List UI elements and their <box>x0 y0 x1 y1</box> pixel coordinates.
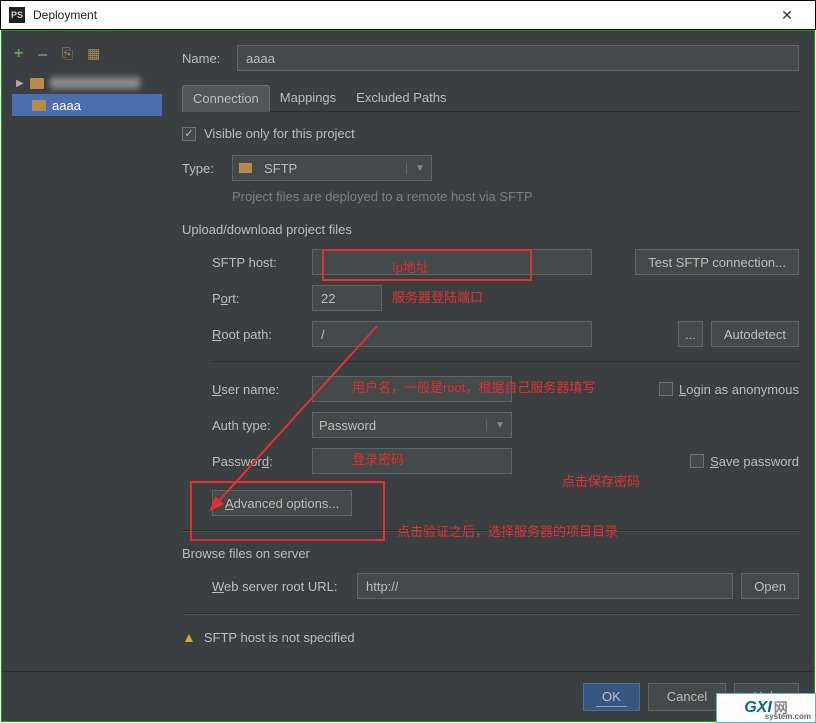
sftp-host-input[interactable] <box>312 249 592 275</box>
tab-connection[interactable]: Connection <box>182 85 270 112</box>
folder-icon <box>30 78 44 89</box>
tree-item[interactable]: ▶ <box>12 72 162 94</box>
separator <box>212 361 799 362</box>
blurred-label <box>50 77 140 89</box>
autodetect-button[interactable]: Autodetect <box>711 321 799 347</box>
section-browse: Browse files on server <box>182 546 799 561</box>
warning-text: SFTP host is not specified <box>204 630 355 645</box>
section-upload: Upload/download project files <box>182 222 799 237</box>
save-password-label: Save password <box>710 454 799 469</box>
root-path-label: Root path: <box>212 327 312 342</box>
tree-item-label: aaaa <box>52 98 81 113</box>
dialog-buttons: OK Cancel Help <box>2 671 814 721</box>
web-url-label: Web server root URL: <box>212 579 357 594</box>
auth-type-label: Auth type: <box>212 418 312 433</box>
folder-icon <box>32 100 46 111</box>
type-hint: Project files are deployed to a remote h… <box>232 189 799 204</box>
checkbox-icon[interactable]: ✓ <box>182 127 196 141</box>
type-value: SFTP <box>264 161 297 176</box>
window-title: Deployment <box>33 8 767 22</box>
web-url-input[interactable] <box>357 573 733 599</box>
close-icon[interactable]: ✕ <box>767 7 807 24</box>
paste-icon[interactable]: ▦ <box>87 45 100 66</box>
remove-icon[interactable]: − <box>37 45 48 66</box>
open-button[interactable]: Open <box>741 573 799 599</box>
username-label: User name: <box>212 382 312 397</box>
watermark-logo: GXI网 system.com <box>716 693 816 723</box>
cancel-button[interactable]: Cancel <box>648 683 726 711</box>
visible-only-label: Visible only for this project <box>204 126 355 141</box>
login-anonymous-label: Login as anonymous <box>679 382 799 397</box>
titlebar: PS Deployment ✕ <box>0 0 816 30</box>
chevron-down-icon: ▼ <box>486 420 505 431</box>
sidebar-toolbar: + − ⎘ ▦ <box>12 45 162 72</box>
sidebar: + − ⎘ ▦ ▶ aaaa <box>12 45 162 661</box>
advanced-options-button[interactable]: Advanced options... <box>212 490 352 516</box>
password-label: Password: <box>212 454 312 469</box>
root-path-input[interactable] <box>312 321 592 347</box>
tab-bar: Connection Mappings Excluded Paths <box>182 85 799 112</box>
test-connection-button[interactable]: Test SFTP connection... <box>635 249 799 275</box>
anon-checkbox[interactable] <box>659 382 673 396</box>
password-input[interactable] <box>312 448 512 474</box>
chevron-down-icon: ▼ <box>406 163 425 174</box>
copy-icon[interactable]: ⎘ <box>62 45 73 66</box>
tab-excluded[interactable]: Excluded Paths <box>346 85 456 111</box>
config-panel: Name: Connection Mappings Excluded Paths… <box>182 45 799 661</box>
port-input[interactable] <box>312 285 382 311</box>
server-tree: ▶ aaaa <box>12 72 162 116</box>
name-label: Name: <box>182 51 237 66</box>
type-label: Type: <box>182 161 232 176</box>
separator <box>182 530 799 532</box>
auth-type-select[interactable]: Password ▼ <box>312 412 512 438</box>
sftp-host-label: SFTP host: <box>212 255 312 270</box>
save-password-checkbox[interactable] <box>690 454 704 468</box>
username-input[interactable] <box>312 376 512 402</box>
name-input[interactable] <box>237 45 799 71</box>
ok-button[interactable]: OK <box>583 683 640 711</box>
add-icon[interactable]: + <box>14 45 23 66</box>
separator <box>182 613 799 615</box>
main-panel: + − ⎘ ▦ ▶ aaaa Name: Connection Mapp <box>1 30 815 722</box>
warning-row: ▲ SFTP host is not specified <box>182 629 799 645</box>
warning-icon: ▲ <box>182 629 196 645</box>
auth-value: Password <box>319 418 486 433</box>
tab-mappings[interactable]: Mappings <box>270 85 346 111</box>
tree-item-selected[interactable]: aaaa <box>12 94 162 116</box>
visible-only-row[interactable]: ✓ Visible only for this project <box>182 126 799 141</box>
browse-button[interactable]: ... <box>678 321 703 347</box>
app-icon: PS <box>9 7 25 23</box>
sftp-icon <box>239 163 252 173</box>
chevron-right-icon: ▶ <box>16 78 24 89</box>
type-select[interactable]: SFTP ▼ <box>232 155 432 181</box>
port-label: Port: <box>212 291 312 306</box>
